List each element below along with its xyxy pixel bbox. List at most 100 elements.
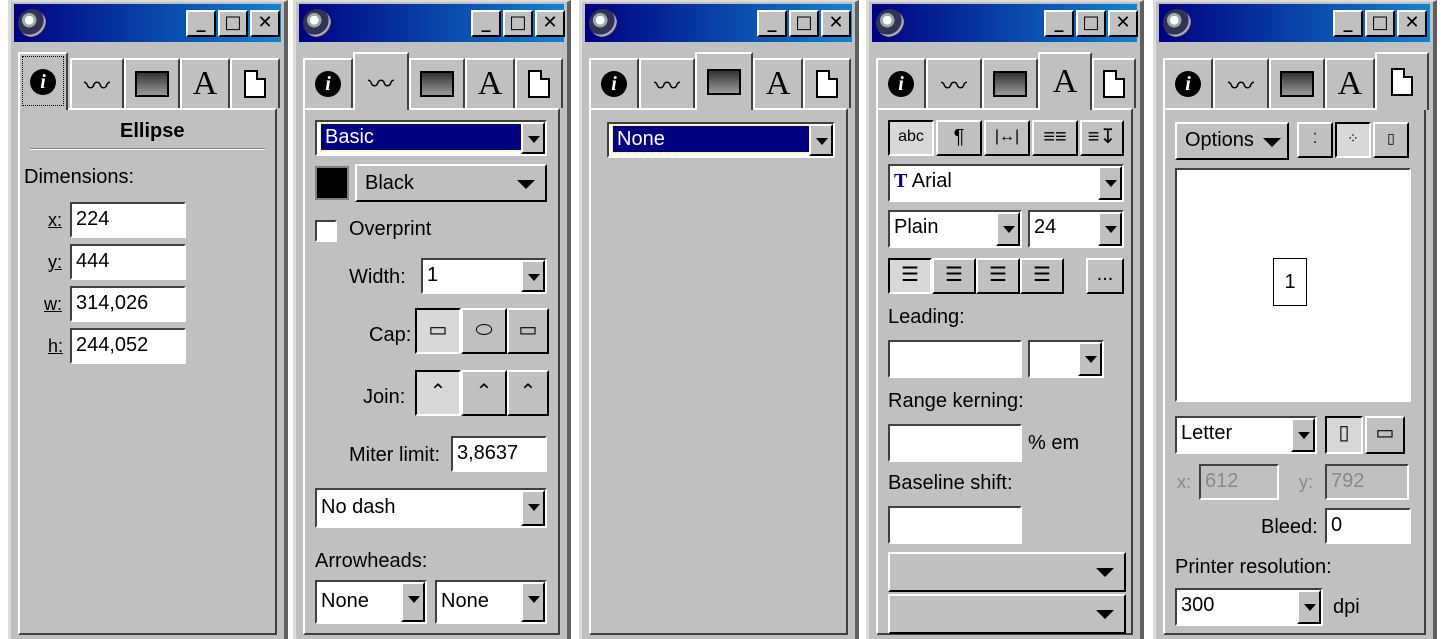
tab-fill[interactable] — [1269, 58, 1325, 108]
size-select[interactable]: 24 — [1028, 210, 1124, 248]
tab-text[interactable]: A — [1038, 52, 1092, 110]
maximize-button[interactable]: □ — [789, 10, 819, 37]
tab-text[interactable]: A — [1325, 58, 1375, 108]
columns-button[interactable]: ≡≡ — [1032, 120, 1078, 156]
page-thumbnails-area[interactable]: 1 — [1175, 168, 1411, 402]
tab-stroke[interactable]: 〰 — [1213, 58, 1269, 108]
landscape-button[interactable]: ▭ — [1365, 416, 1405, 454]
arrow-start-select[interactable]: None — [315, 580, 427, 624]
close-button[interactable]: ✕ — [250, 10, 280, 37]
x-field[interactable]: 224 — [70, 202, 186, 238]
tab-stroke[interactable]: 〰 — [70, 58, 124, 108]
leading-mode-select[interactable] — [1028, 340, 1104, 378]
title-bar[interactable]: _ □ ✕ — [299, 4, 565, 42]
title-bar[interactable]: _ □ ✕ — [585, 4, 852, 42]
close-button[interactable]: ✕ — [1108, 10, 1138, 37]
paragraph-button[interactable]: ¶ — [936, 120, 982, 156]
tab-object[interactable]: i — [589, 58, 639, 108]
tab-fill[interactable] — [982, 58, 1038, 108]
tab-document[interactable] — [1375, 52, 1429, 110]
tab-fill[interactable] — [695, 52, 753, 110]
cap-butt-button[interactable]: ▭ — [415, 308, 461, 354]
title-bar[interactable]: _ □ ✕ — [1159, 4, 1430, 42]
tab-document[interactable] — [230, 58, 280, 108]
tab-document[interactable] — [1092, 58, 1136, 108]
inspector-tabs: i 〰 A — [1163, 52, 1429, 110]
tab-stroke[interactable]: 〰 — [639, 58, 695, 108]
tab-stroke[interactable]: 〰 — [353, 52, 409, 110]
align-center-button[interactable]: ☰ — [932, 258, 976, 294]
tab-document[interactable] — [515, 58, 563, 108]
text-icon: A — [192, 65, 218, 102]
range-kerning-field[interactable] — [888, 424, 1022, 462]
arrow-end-select[interactable]: None — [435, 580, 547, 624]
options-menu-button[interactable]: Options — [1175, 122, 1289, 160]
baseline-shift-field[interactable] — [888, 506, 1022, 544]
minimize-button[interactable]: _ — [1333, 10, 1363, 37]
join-bevel-button[interactable]: ⌃ — [507, 370, 549, 416]
tab-fill[interactable] — [409, 58, 465, 108]
tab-object[interactable]: i — [876, 58, 926, 108]
tab-object[interactable]: i — [303, 58, 353, 108]
tab-text[interactable]: A — [180, 58, 230, 108]
kerning-unit-label: % em — [1028, 432, 1080, 454]
w-field[interactable]: 314,026 — [70, 286, 186, 322]
color-swatch[interactable] — [315, 166, 349, 200]
tab-object[interactable]: i — [18, 52, 68, 110]
title-bar[interactable]: _ □ ✕ — [872, 4, 1138, 42]
h-field[interactable]: 244,052 — [70, 328, 186, 364]
title-bar[interactable]: _ □ ✕ — [14, 4, 281, 42]
close-button[interactable]: ✕ — [535, 10, 565, 37]
y-field[interactable]: 444 — [70, 244, 186, 280]
minimize-button[interactable]: _ — [186, 10, 216, 37]
align-justify-button[interactable]: ☰ — [1020, 258, 1064, 294]
dash-select[interactable]: No dash — [315, 488, 547, 528]
close-button[interactable]: ✕ — [821, 10, 851, 37]
stroke-type-select[interactable]: Basic — [315, 120, 547, 156]
bleed-field[interactable]: 0 — [1325, 508, 1411, 544]
close-button[interactable]: ✕ — [1397, 10, 1427, 37]
miter-limit-field[interactable]: 3,8637 — [451, 436, 547, 472]
text-effect2-dropdown[interactable] — [888, 594, 1126, 634]
style-select[interactable]: Plain — [888, 210, 1022, 248]
adjust-columns-button[interactable]: ≡↧ — [1080, 120, 1124, 156]
stroke-inspector-window: _ □ ✕ i 〰 A Basic Black Overprint Width:… — [293, 0, 571, 639]
character-button[interactable]: abc — [888, 120, 934, 156]
tab-text[interactable]: A — [465, 58, 515, 108]
color-dropdown[interactable]: Black — [355, 164, 547, 202]
tab-document[interactable] — [803, 58, 851, 108]
maximize-button[interactable]: □ — [1076, 10, 1106, 37]
width-select[interactable]: 1 — [421, 258, 547, 294]
resolution-select[interactable]: 300 — [1175, 588, 1323, 626]
font-select[interactable]: T Arial — [888, 164, 1124, 202]
thumbnail-view1-button[interactable]: ⁚ — [1297, 122, 1333, 158]
align-left-button[interactable]: ☰ — [888, 258, 932, 294]
align-center-icon: ☰ — [945, 264, 963, 286]
page-thumbnail[interactable]: 1 — [1273, 258, 1307, 306]
portrait-button[interactable]: ▯ — [1325, 416, 1363, 454]
paper-size-select[interactable]: Letter — [1175, 416, 1317, 454]
maximize-button[interactable]: □ — [503, 10, 533, 37]
cap-round-button[interactable]: ⬭ — [461, 308, 507, 354]
leading-field[interactable] — [888, 340, 1022, 378]
tab-fill[interactable] — [124, 58, 180, 108]
more-options-button[interactable]: ... — [1086, 258, 1124, 294]
tab-object[interactable]: i — [1163, 58, 1213, 108]
maximize-button[interactable]: □ — [1365, 10, 1395, 37]
align-right-button[interactable]: ☰ — [976, 258, 1020, 294]
cap-square-button[interactable]: ▭ — [507, 308, 549, 354]
join-miter-button[interactable]: ⌃ — [415, 370, 461, 416]
thumbnail-view2-button[interactable]: ⁘ — [1335, 122, 1371, 158]
minimize-button[interactable]: _ — [1044, 10, 1074, 37]
join-round-button[interactable]: ⌃ — [461, 370, 507, 416]
tab-text[interactable]: A — [753, 58, 803, 108]
tab-stroke[interactable]: 〰 — [926, 58, 982, 108]
overprint-checkbox[interactable] — [315, 220, 337, 242]
text-effect-dropdown[interactable] — [888, 552, 1126, 592]
minimize-button[interactable]: _ — [471, 10, 501, 37]
thumbnail-view3-button[interactable]: ▯ — [1373, 122, 1409, 158]
minimize-button[interactable]: _ — [757, 10, 787, 37]
fill-type-select[interactable]: None — [607, 122, 835, 158]
maximize-button[interactable]: □ — [218, 10, 248, 37]
spacing-button[interactable]: |↔| — [984, 120, 1030, 156]
